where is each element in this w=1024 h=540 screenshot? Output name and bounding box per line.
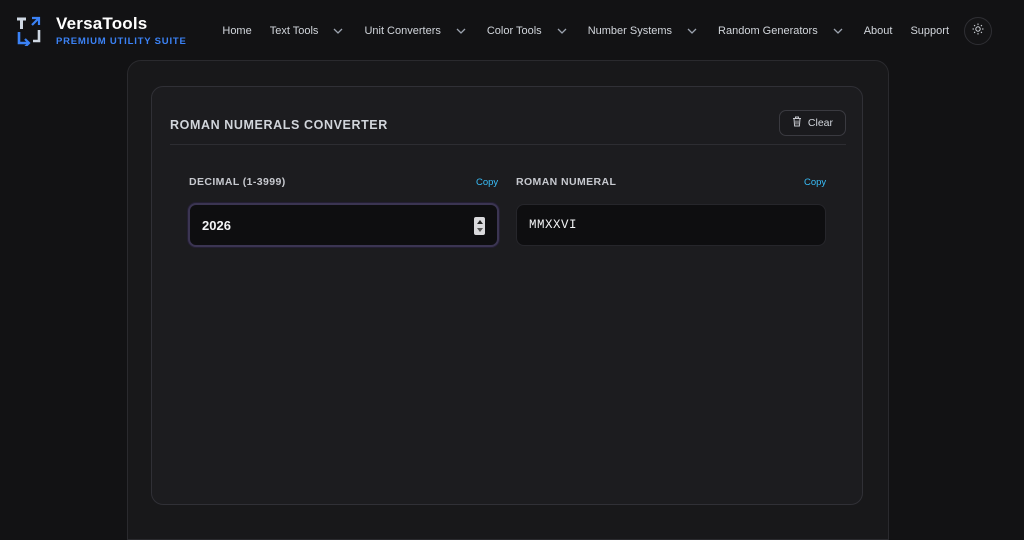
card-title: ROMAN NUMERALS CONVERTER bbox=[170, 117, 388, 132]
spinner-down-icon[interactable] bbox=[476, 228, 483, 232]
top-header: VersaTools PREMIUM UTILITY SUITE Home Te… bbox=[0, 0, 1024, 62]
nav-item-label: Home bbox=[222, 25, 252, 37]
chevron-down-icon bbox=[453, 23, 469, 39]
nav-item-label: Number Systems bbox=[587, 25, 673, 37]
card-header: ROMAN NUMERALS CONVERTER Clear bbox=[170, 105, 846, 145]
main-nav: Home Text Tools Unit Converters Color To… bbox=[213, 0, 1010, 62]
nav-item-label: Text Tools bbox=[269, 25, 319, 37]
copy-roman-link[interactable]: Copy bbox=[804, 177, 826, 188]
brand-tagline: PREMIUM UTILITY SUITE bbox=[56, 36, 187, 47]
chevron-down-icon bbox=[330, 23, 346, 39]
chevron-down-icon bbox=[684, 23, 700, 39]
nav-item-color-tools[interactable]: Color Tools bbox=[478, 23, 579, 39]
roman-output[interactable]: MMXXVI bbox=[516, 204, 826, 246]
nav-item-random-generators[interactable]: Random Generators bbox=[709, 23, 855, 39]
decimal-input[interactable]: 2026 bbox=[188, 203, 499, 247]
number-spinner[interactable] bbox=[474, 217, 485, 235]
nav-item-number-systems[interactable]: Number Systems bbox=[579, 23, 709, 39]
chevron-down-icon bbox=[830, 23, 846, 39]
roman-output-value: MMXXVI bbox=[529, 218, 578, 232]
nav-item-text-tools[interactable]: Text Tools bbox=[261, 23, 356, 39]
brand-name: VersaTools bbox=[56, 14, 148, 33]
nav-item-home[interactable]: Home bbox=[213, 25, 260, 37]
clear-button[interactable]: Clear bbox=[778, 109, 846, 136]
chevron-down-icon bbox=[554, 23, 570, 39]
versatools-logo-icon bbox=[14, 16, 44, 46]
nav-item-label: Unit Converters bbox=[364, 25, 441, 37]
theme-toggle-button[interactable] bbox=[964, 17, 992, 45]
roman-converter-card: ROMAN NUMERALS CONVERTER Clear bbox=[151, 86, 863, 505]
nav-item-support[interactable]: Support bbox=[901, 25, 958, 37]
roman-label: ROMAN NUMERAL bbox=[516, 176, 617, 188]
spinner-up-icon[interactable] bbox=[476, 220, 483, 224]
copy-decimal-link[interactable]: Copy bbox=[476, 177, 498, 188]
clear-button-label: Clear bbox=[807, 116, 833, 129]
decimal-input-value: 2026 bbox=[202, 217, 231, 233]
trash-icon bbox=[792, 116, 802, 130]
nav-item-label: Color Tools bbox=[486, 25, 542, 37]
nav-item-label: About bbox=[863, 25, 893, 37]
nav-item-about[interactable]: About bbox=[855, 25, 902, 37]
nav-item-unit-converters[interactable]: Unit Converters bbox=[355, 23, 477, 39]
brand[interactable]: VersaTools PREMIUM UTILITY SUITE bbox=[14, 15, 213, 47]
nav-item-label: Support bbox=[910, 25, 949, 37]
nav-item-label: Random Generators bbox=[718, 25, 818, 37]
sun-icon bbox=[972, 22, 984, 40]
decimal-label: DECIMAL (1-3999) bbox=[189, 176, 286, 188]
